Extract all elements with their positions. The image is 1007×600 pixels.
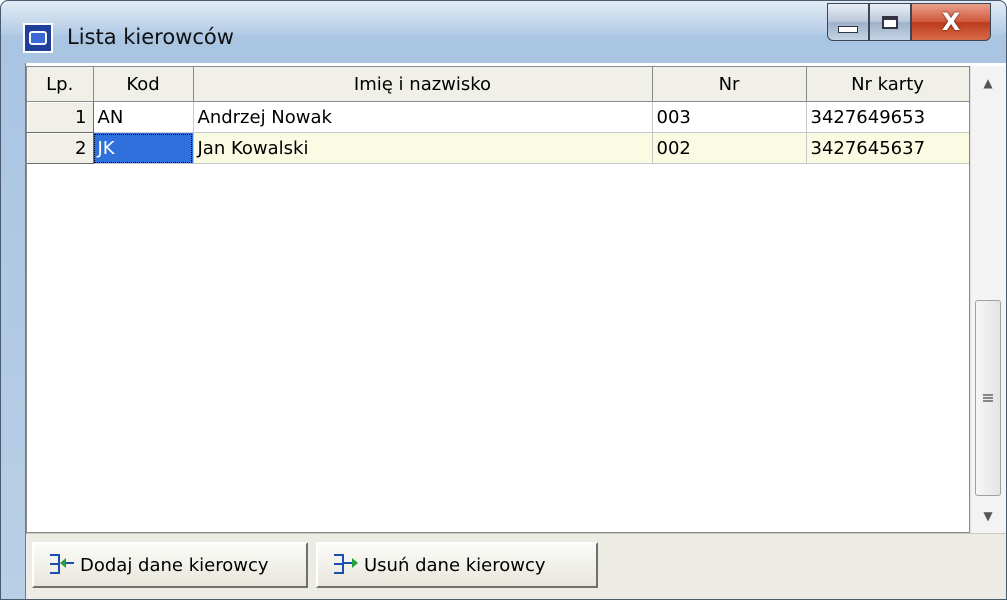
- app-icon[interactable]: [23, 23, 53, 53]
- table-row[interactable]: 1 AN Andrzej Nowak 003 3427649653: [27, 101, 969, 133]
- column-header-name[interactable]: Imię i nazwisko: [193, 67, 653, 102]
- column-header-kod[interactable]: Kod: [93, 67, 194, 102]
- remove-record-icon: [332, 553, 358, 577]
- close-icon: X: [941, 8, 961, 36]
- cell-name[interactable]: Jan Kowalski: [193, 132, 653, 164]
- cell-card-number[interactable]: 3427649653: [806, 101, 969, 133]
- scroll-down-arrow-icon: ▼: [983, 509, 993, 523]
- title-bar[interactable]: Lista kierowców X: [1, 1, 1006, 63]
- window-title: Lista kierowców: [67, 25, 234, 49]
- cell-nr[interactable]: 003: [652, 101, 807, 133]
- cell-nr[interactable]: 002: [652, 132, 807, 164]
- column-header-card-number[interactable]: Nr karty: [806, 67, 969, 102]
- minimize-button[interactable]: [827, 3, 869, 41]
- delete-driver-button[interactable]: Usuń dane kierowcy: [316, 542, 598, 588]
- client-area: Lp. Kod Imię i nazwisko Nr Nr karty 1 AN…: [25, 63, 1006, 599]
- button-bar: Dodaj dane kierowcy Usuń dane kierowcy: [26, 533, 1006, 599]
- close-button[interactable]: X: [911, 3, 991, 41]
- vertical-scrollbar[interactable]: ▲ ▼: [970, 66, 1006, 533]
- maximize-icon: [882, 15, 898, 29]
- add-driver-button[interactable]: Dodaj dane kierowcy: [32, 542, 308, 588]
- scroll-down-button[interactable]: ▼: [971, 499, 1005, 533]
- scrollbar-thumb[interactable]: [975, 300, 1001, 496]
- scroll-up-arrow-icon: ▲: [983, 76, 993, 90]
- maximize-button[interactable]: [869, 3, 911, 41]
- scroll-up-button[interactable]: ▲: [971, 66, 1005, 100]
- cell-name[interactable]: Andrzej Nowak: [193, 101, 653, 133]
- row-indicator[interactable]: 2: [27, 132, 94, 164]
- column-header-lp[interactable]: Lp.: [27, 67, 94, 102]
- column-header-nr[interactable]: Nr: [652, 67, 807, 102]
- drivers-table: Lp. Kod Imię i nazwisko Nr Nr karty 1 AN…: [27, 67, 969, 164]
- add-record-icon: [48, 553, 74, 577]
- table-row-selected[interactable]: 2 JK Jan Kowalski 002 3427645637: [27, 132, 969, 164]
- add-driver-label: Dodaj dane kierowcy: [80, 554, 269, 576]
- header-row: Lp. Kod Imię i nazwisko Nr Nr karty: [27, 67, 969, 102]
- cell-kod[interactable]: AN: [93, 101, 194, 133]
- cell-card-number[interactable]: 3427645637: [806, 132, 969, 164]
- minimize-icon: [838, 25, 858, 33]
- drivers-grid[interactable]: Lp. Kod Imię i nazwisko Nr Nr karty 1 AN…: [26, 66, 970, 533]
- driver-list-window: Lista kierowców X Lp. Kod Imię i nazwisk…: [0, 0, 1007, 600]
- delete-driver-label: Usuń dane kierowcy: [364, 554, 546, 576]
- cell-kod-focused[interactable]: JK: [93, 132, 194, 164]
- row-indicator[interactable]: 1: [27, 101, 94, 133]
- grip-icon: [983, 394, 993, 402]
